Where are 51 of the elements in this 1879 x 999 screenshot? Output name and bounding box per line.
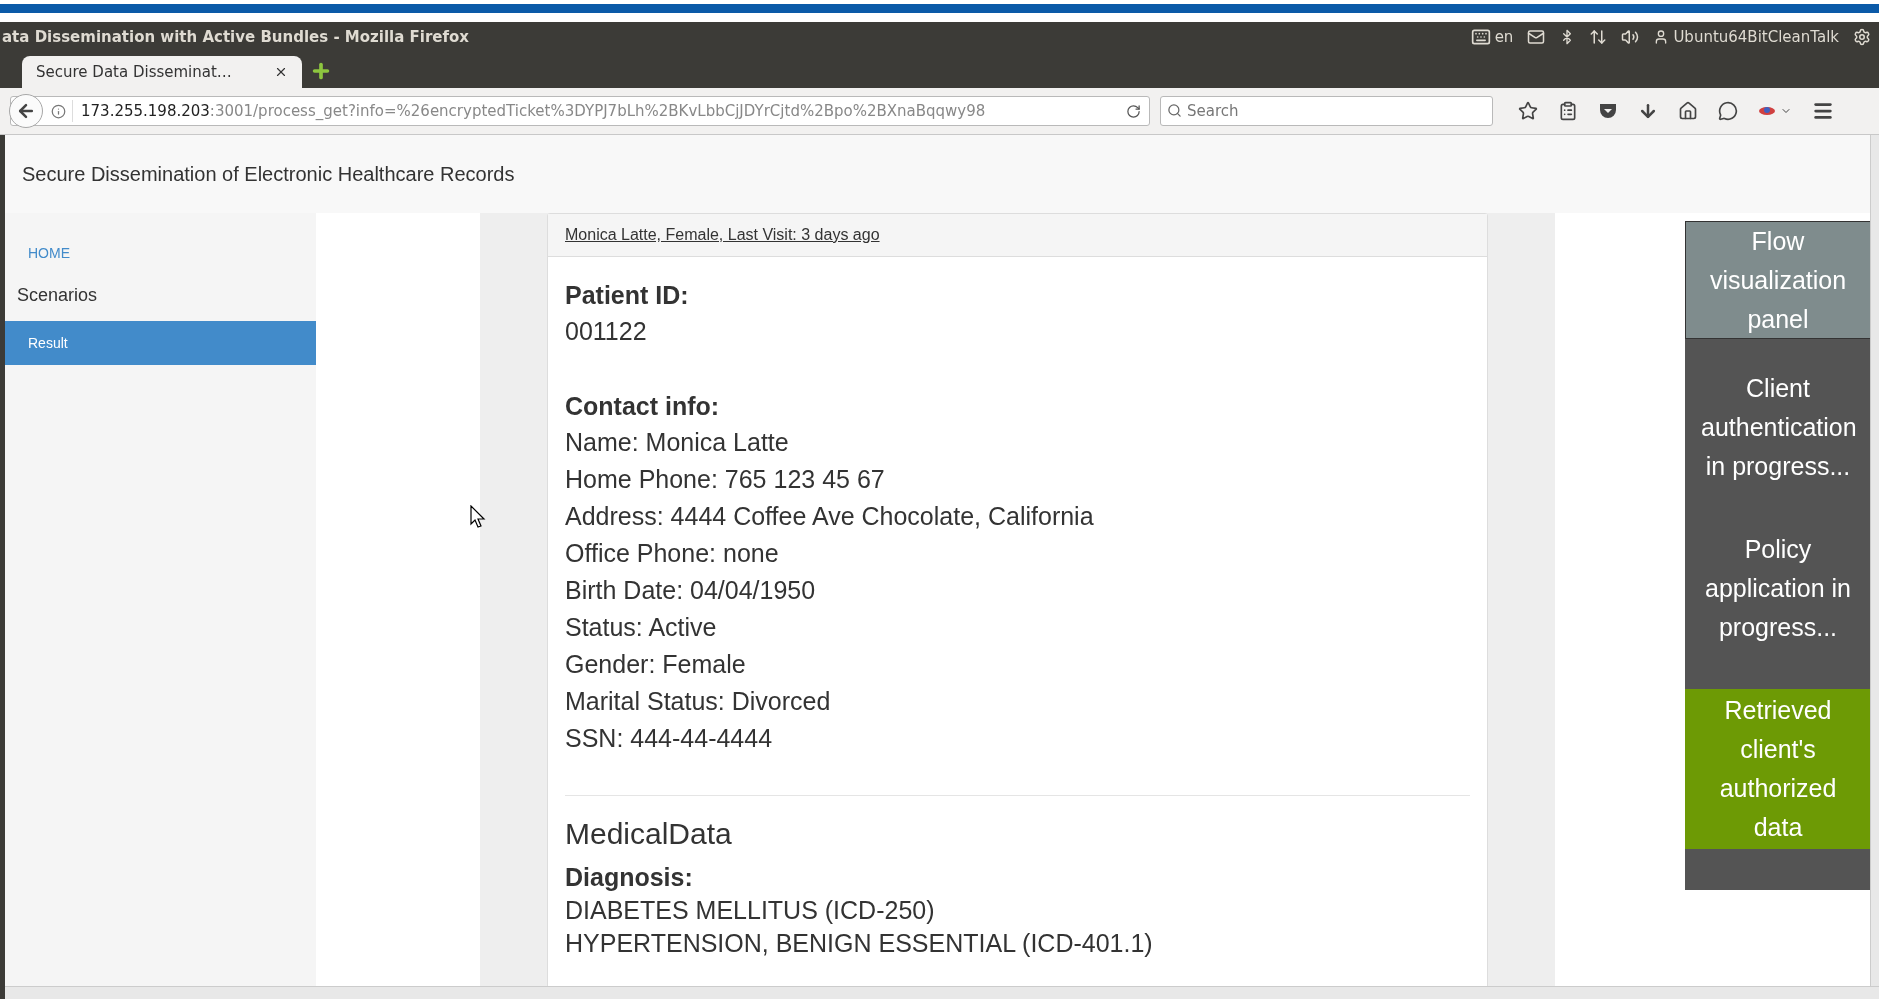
url-field[interactable]: 173.255.198.203:3001/process_get?info=%26encryptedTicket%3DYPJ7bLh%2BKvLbbCjJDYrCjtd%2Bpo%2BXnaBqqwy98 [10,96,1150,126]
field-value: 001122 [565,316,648,347]
cursor-icon [470,505,486,529]
mail-icon[interactable] [1527,28,1546,46]
field-label: Contact info: [565,391,721,422]
bookmark-star-icon[interactable] [1518,101,1538,121]
download-icon[interactable] [1638,101,1658,121]
reload-icon[interactable] [1126,103,1141,119]
user-name[interactable]: Ubuntu64BitCleanTalk [1673,25,1839,49]
browser-tab[interactable]: Secure Data Disseminat… [22,56,302,88]
section-heading: MedicalData [565,816,733,852]
settings-icon[interactable] [1853,28,1871,46]
keyboard-layout[interactable]: en [1494,25,1514,49]
field-value: Office Phone: none [565,538,780,569]
network-icon[interactable] [1589,28,1608,46]
new-tab-icon[interactable] [310,60,332,82]
field-value: Status: Active [565,612,718,643]
chat-icon[interactable] [1718,101,1738,121]
field-label: Diagnosis: [565,862,694,893]
field-value: Marital Status: Divorced [565,686,832,717]
extension-icon[interactable] [1758,105,1776,117]
clipboard-icon[interactable] [1558,101,1578,121]
field-value: Gender: Female [565,649,747,680]
field-value: SSN: 444-44-4444 [565,723,774,754]
field-value: Birth Date: 04/04/1950 [565,575,817,606]
page-title: Secure Dissemination of Electronic Healthcare Records [22,162,515,187]
field-value: Address: 4444 Coffee Ave Chocolate, California [565,501,1095,532]
back-button[interactable] [9,94,43,128]
search-icon[interactable] [1167,103,1182,118]
sidebar-item[interactable]: Result [5,321,316,365]
field-value: Name: Monica Latte [565,427,790,458]
field-value: Home Phone: 765 123 45 67 [565,464,886,495]
close-icon[interactable] [274,65,288,79]
field-value: HYPERTENSION, BENIGN ESSENTIAL (ICD-401.1) [565,928,1154,959]
url-text: 173.255.198.203:3001/process_get?info=%26encryptedTicket%3DYPJ7bLh%2BKvLbbCjJDYrCjtd%2Bpo%2BXnaBqqwy98 [81,101,986,120]
horizontal-scrollbar[interactable] [5,986,1879,999]
field-value: DIABETES MELLITUS (ICD-250) [565,895,936,926]
menu-icon[interactable] [1812,100,1834,122]
field-label: Patient ID: [565,280,690,311]
info-icon[interactable] [51,103,66,119]
home-icon[interactable] [1678,101,1698,121]
flow-step: Retrieved client's authorized data [1685,689,1870,849]
shield-icon[interactable] [1598,101,1618,121]
record-summary-link[interactable]: Monica Latte, Female, Last Visit: 3 days ago [565,223,880,247]
search-field[interactable]: Search [1160,96,1493,126]
volume-icon[interactable] [1621,28,1640,46]
keyboard-icon[interactable] [1470,27,1491,47]
sidebar-heading: Scenarios [16,284,99,307]
vertical-scrollbar[interactable] [1870,135,1879,986]
flow-panel-title: Flow visualization panel [1685,221,1870,339]
window-title: ata Dissemination with Active Bundles - Mozilla Firefox [2,26,470,48]
